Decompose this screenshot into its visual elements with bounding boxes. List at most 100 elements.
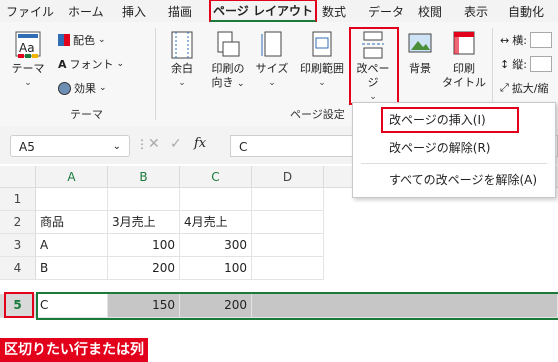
cell-a2[interactable]: 商品: [36, 211, 108, 234]
cell-c1[interactable]: [180, 188, 252, 211]
background-image-icon: [408, 33, 432, 53]
menu-insert-page-break[interactable]: 改ページの挿入(I): [389, 111, 486, 128]
theme-label: テーマ: [11, 62, 45, 75]
more-options-icon[interactable]: ⋮: [136, 137, 148, 151]
margins-icon: [171, 31, 193, 59]
height-label: 縦:: [512, 58, 527, 71]
row-header-1[interactable]: 1: [0, 188, 36, 211]
cell-c3[interactable]: 300: [180, 234, 252, 257]
cell-d4[interactable]: [252, 257, 324, 280]
size-button[interactable]: サイズ ⌄: [252, 30, 292, 90]
width-select[interactable]: [529, 32, 552, 48]
caption-label: 区切りたい行または列: [0, 338, 148, 362]
chevron-down-icon: ⌄: [24, 78, 32, 88]
column-header-c[interactable]: C: [180, 166, 252, 188]
menu-reset-all-page-breaks[interactable]: すべての改ページを解除(A): [389, 171, 537, 188]
column-header-a[interactable]: A: [36, 166, 108, 188]
column-header-b[interactable]: B: [108, 166, 180, 188]
print-area-label: 印刷範囲: [300, 62, 344, 75]
menu-insert[interactable]: 挿入: [122, 3, 146, 20]
theme-button[interactable]: Aa テーマ ⌄: [6, 30, 50, 90]
menu-review[interactable]: 校閲: [418, 3, 442, 20]
cell-d1[interactable]: [252, 188, 324, 211]
cell-b3[interactable]: 100: [108, 234, 180, 257]
margins-label: 余白: [171, 62, 193, 75]
fonts-button[interactable]: A フォント ⌄: [58, 56, 124, 72]
height-scale[interactable]: ↕ 縦:: [500, 56, 552, 72]
row-header-4[interactable]: 4: [0, 257, 36, 280]
function-icon[interactable]: fx: [194, 136, 206, 151]
row-header-2[interactable]: 2: [0, 211, 36, 234]
formula-value: C: [239, 140, 248, 154]
chevron-down-icon: ⌄: [268, 78, 276, 88]
menu-bar: ファイル ホーム 挿入 描画 ページ レイアウト 数式 データ 校閲 表示 自動…: [0, 0, 558, 23]
chevron-down-icon: ⌄: [318, 78, 326, 88]
background-button[interactable]: 背景: [402, 30, 438, 76]
colors-label: 配色: [73, 34, 95, 47]
orientation-button[interactable]: 印刷の 向き ⌄: [206, 30, 250, 91]
cell-d3[interactable]: [252, 234, 324, 257]
cell-a4[interactable]: B: [36, 257, 108, 280]
menu-formulas[interactable]: 数式: [322, 3, 346, 20]
name-box-value: A5: [19, 140, 35, 154]
menu-data[interactable]: データ: [368, 3, 404, 20]
print-titles-label-2: タイトル: [442, 76, 486, 89]
menu-file[interactable]: ファイル: [6, 3, 54, 20]
print-titles-icon: [453, 31, 475, 55]
column-header-d[interactable]: D: [252, 166, 324, 188]
cell-d2[interactable]: [252, 211, 324, 234]
colors-button[interactable]: 配色 ⌄: [58, 32, 106, 48]
cell-b2[interactable]: 3月売上: [108, 211, 180, 234]
menu-page-layout[interactable]: ページ レイアウト: [209, 0, 317, 23]
name-box[interactable]: A5 ⌄: [10, 135, 130, 157]
width-scale[interactable]: ↔ 横:: [500, 32, 552, 48]
size-label: サイズ: [255, 62, 289, 75]
width-label: 横:: [512, 34, 527, 47]
menu-remove-page-break[interactable]: 改ページの解除(R): [389, 139, 490, 156]
scale-icon: ⤢: [500, 81, 509, 94]
print-area-icon: [312, 31, 332, 57]
scale-control[interactable]: ⤢ 拡大/縮: [500, 80, 549, 96]
height-select[interactable]: [529, 56, 552, 72]
orientation-label-1: 印刷の: [211, 62, 245, 75]
chevron-down-icon[interactable]: ⌄: [113, 136, 121, 158]
theme-group-label: テーマ: [70, 108, 103, 121]
effects-label: 効果: [74, 82, 96, 95]
row-header-highlight: [4, 292, 34, 318]
enter-icon[interactable]: ✓: [170, 136, 182, 152]
print-titles-label-1: 印刷: [453, 62, 475, 75]
chevron-down-icon: ⌄: [236, 79, 245, 89]
orientation-label-2: 向き: [211, 76, 234, 89]
cell-c4[interactable]: 100: [180, 257, 252, 280]
menu-draw[interactable]: 描画: [168, 3, 192, 20]
cell-a1[interactable]: [36, 188, 108, 211]
chevron-down-icon: ⌄: [178, 78, 186, 88]
group-divider: [155, 28, 156, 120]
cell-b1[interactable]: [108, 188, 180, 211]
theme-icon: Aa: [15, 31, 41, 58]
colors-icon: [58, 34, 70, 46]
fonts-icon: A: [58, 57, 67, 71]
scale-label: 拡大/縮: [511, 82, 549, 95]
orientation-icon: [217, 31, 240, 57]
row-header-3[interactable]: 3: [0, 234, 36, 257]
cell-a3[interactable]: A: [36, 234, 108, 257]
background-label: 背景: [409, 62, 431, 75]
print-area-button[interactable]: 印刷範囲 ⌄: [294, 30, 350, 90]
row-selection-border: [36, 292, 558, 320]
effects-icon: [58, 81, 71, 95]
effects-button[interactable]: 効果 ⌄: [58, 80, 107, 96]
menu-home[interactable]: ホーム: [68, 3, 104, 20]
select-all-corner[interactable]: [0, 166, 36, 188]
fonts-label: フォント: [69, 58, 114, 71]
page-setup-group-label: ページ設定: [290, 108, 345, 121]
menu-divider: [361, 163, 547, 164]
cancel-icon[interactable]: ✕: [148, 136, 160, 152]
width-icon: ↔: [500, 33, 510, 47]
menu-automate[interactable]: 自動化: [508, 3, 544, 20]
cell-b4[interactable]: 200: [108, 257, 180, 280]
print-titles-button[interactable]: 印刷 タイトル: [442, 30, 486, 90]
menu-view[interactable]: 表示: [464, 3, 488, 20]
margins-button[interactable]: 余白 ⌄: [160, 30, 204, 90]
cell-c2[interactable]: 4月売上: [180, 211, 252, 234]
